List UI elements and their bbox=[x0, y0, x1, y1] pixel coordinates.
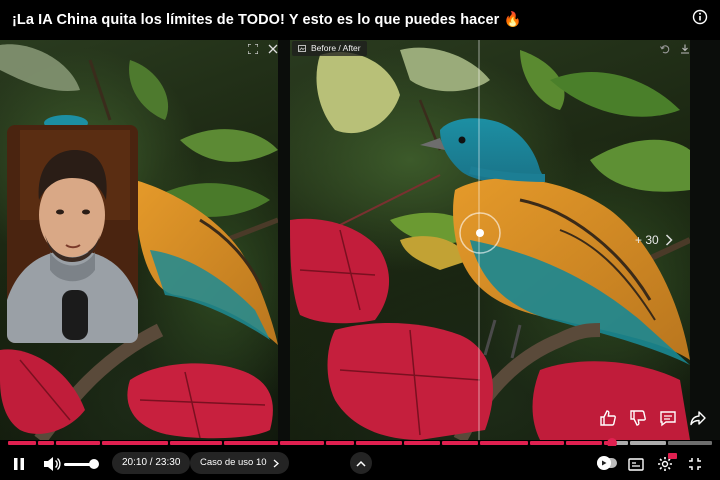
progress-segment[interactable] bbox=[280, 441, 324, 445]
progress-segment[interactable] bbox=[326, 441, 354, 445]
progress-segment[interactable] bbox=[404, 441, 440, 445]
chevron-right-icon bbox=[665, 234, 673, 246]
undo-icon[interactable] bbox=[658, 42, 672, 56]
player-controls: 20:10 / 23:30 Caso de uso 10 bbox=[0, 446, 720, 480]
info-icon[interactable] bbox=[692, 9, 708, 25]
duration: 23:30 bbox=[155, 457, 181, 468]
before-pane-toolbar bbox=[246, 42, 280, 56]
autoplay-play-icon[interactable] bbox=[597, 456, 611, 470]
download-icon[interactable] bbox=[678, 42, 692, 56]
reaction-bar bbox=[598, 408, 708, 428]
progress-segment[interactable] bbox=[530, 441, 564, 445]
volume-slider-handle[interactable] bbox=[89, 459, 99, 469]
before-after-text: Before / After bbox=[311, 43, 361, 53]
video-title[interactable]: ¡La IA China quita los límites de TODO! … bbox=[12, 11, 522, 28]
progress-segment[interactable] bbox=[630, 441, 666, 445]
hd-badge bbox=[668, 453, 677, 459]
current-time: 20:10 bbox=[122, 457, 148, 468]
skip-forward-overlay[interactable]: + 30 bbox=[635, 233, 673, 247]
fullscreen-icon[interactable] bbox=[246, 42, 260, 56]
progress-segment[interactable] bbox=[170, 441, 222, 445]
after-pane-toolbar bbox=[658, 42, 692, 56]
expand-button[interactable] bbox=[350, 452, 372, 474]
progress-segment[interactable] bbox=[56, 441, 100, 445]
close-icon[interactable] bbox=[266, 42, 280, 56]
skip-label: + 30 bbox=[635, 233, 659, 247]
progress-segment[interactable] bbox=[224, 441, 278, 445]
image-icon bbox=[298, 45, 306, 52]
title-bar: ¡La IA China quita los límites de TODO! … bbox=[0, 0, 720, 40]
before-after-label[interactable]: Before / After bbox=[292, 41, 367, 56]
volume-button[interactable] bbox=[43, 455, 61, 473]
progress-segment[interactable] bbox=[356, 441, 402, 445]
progress-segment[interactable] bbox=[442, 441, 478, 445]
share-icon[interactable] bbox=[688, 408, 708, 428]
pause-button[interactable] bbox=[10, 455, 28, 473]
progress-segment[interactable] bbox=[566, 441, 602, 445]
progress-bar[interactable] bbox=[8, 438, 712, 448]
thumbs-up-icon[interactable] bbox=[598, 408, 618, 428]
progress-segment[interactable] bbox=[668, 441, 712, 445]
chevron-up-icon bbox=[356, 460, 366, 467]
subtitles-button[interactable] bbox=[627, 455, 645, 473]
exit-fullscreen-icon bbox=[689, 458, 701, 470]
volume-icon bbox=[44, 457, 61, 471]
chapter-button[interactable]: Caso de uso 10 bbox=[190, 452, 289, 474]
webcam-overlay bbox=[7, 125, 138, 343]
progress-segment[interactable] bbox=[480, 441, 528, 445]
chapter-label: Caso de uso 10 bbox=[200, 457, 267, 468]
subtitles-icon bbox=[628, 457, 644, 471]
video-title-text: ¡La IA China quita los límites de TODO! … bbox=[12, 12, 500, 28]
thumbs-down-icon[interactable] bbox=[628, 408, 648, 428]
chevron-right-icon bbox=[273, 459, 279, 467]
progress-segment[interactable] bbox=[38, 441, 54, 445]
fire-emoji: 🔥 bbox=[503, 12, 522, 28]
comment-icon[interactable] bbox=[658, 408, 678, 428]
pause-icon bbox=[14, 458, 24, 470]
exit-fullscreen-button[interactable] bbox=[686, 455, 704, 473]
time-display: 20:10 / 23:30 bbox=[112, 452, 191, 474]
progress-segment[interactable] bbox=[102, 441, 168, 445]
progress-segment[interactable] bbox=[8, 441, 36, 445]
